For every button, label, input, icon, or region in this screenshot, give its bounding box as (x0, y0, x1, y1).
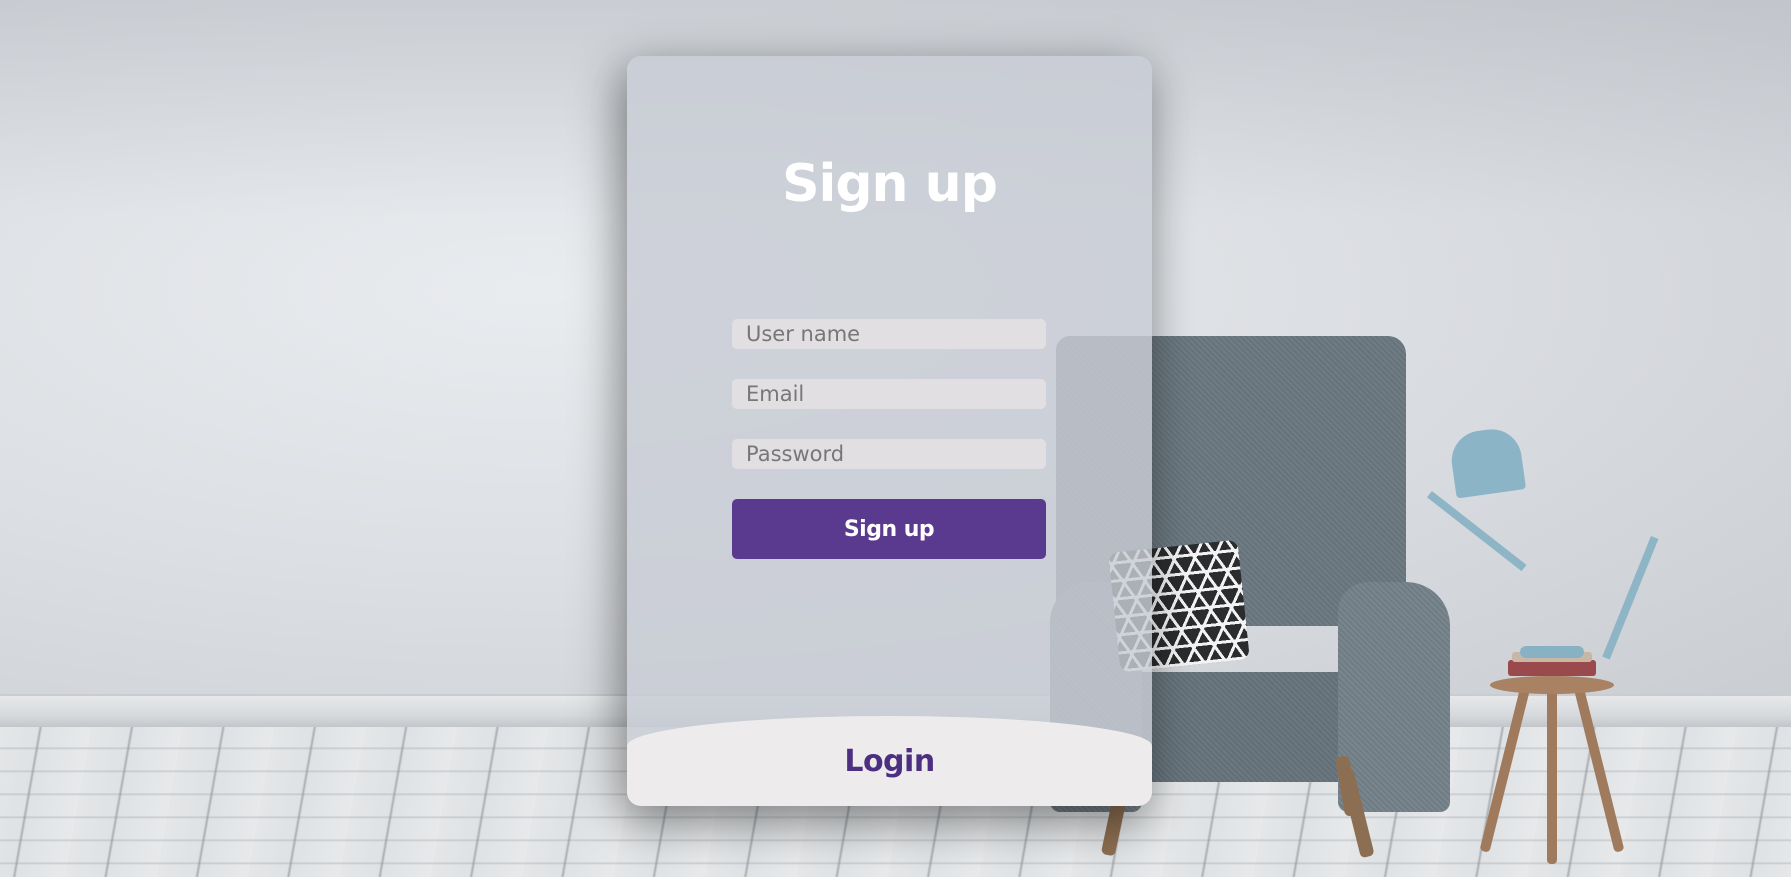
username-input[interactable] (732, 319, 1046, 349)
signup-title: Sign up (782, 154, 998, 214)
signup-card: Sign up Sign up Login (627, 56, 1152, 806)
lamp-base (1520, 646, 1584, 658)
login-label[interactable]: Login (627, 744, 1152, 779)
password-input[interactable] (732, 439, 1046, 469)
side-table-top (1490, 676, 1614, 694)
signup-button[interactable]: Sign up (732, 499, 1046, 559)
email-input[interactable] (732, 379, 1046, 409)
side-table-leg (1547, 688, 1557, 864)
books-image (1508, 660, 1596, 676)
login-panel[interactable]: Login (627, 716, 1152, 806)
